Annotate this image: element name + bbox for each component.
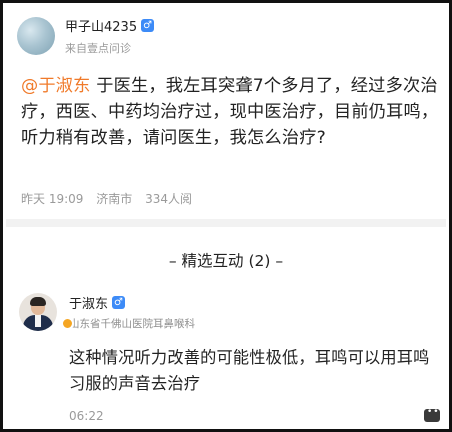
reply-header: 于淑东 ♂ 山东省千佛山医院耳鼻喉科 — [19, 293, 195, 331]
doctor-name[interactable]: 于淑东 — [69, 293, 108, 312]
post-location: 济南市 — [96, 192, 133, 206]
asker-name-row: 甲子山4235 ♂ — [65, 16, 155, 35]
featured-interaction-title: – 精选互动 (2) – — [168, 252, 284, 270]
reply-time: 06:22 — [69, 409, 104, 423]
doctor-mention-link[interactable]: @于淑东 — [21, 76, 91, 96]
verified-icon — [61, 317, 74, 330]
answer-text: 这种情况听力改善的可能性极低，耳鸣可以用耳鸣习服的声音去治疗 — [69, 348, 430, 393]
asker-info: 甲子山4235 ♂ 来自壹点问诊 — [65, 16, 155, 56]
section-divider — [6, 219, 446, 227]
view-count: 334人阅 — [145, 192, 192, 206]
asker-avatar[interactable] — [17, 17, 55, 55]
post-time: 昨天 19:09 — [21, 192, 84, 206]
post-source: 来自壹点问诊 — [65, 42, 131, 55]
male-icon: ♂ — [141, 19, 155, 32]
asker-username[interactable]: 甲子山4235 — [65, 16, 137, 35]
post-header: 甲子山4235 ♂ 来自壹点问诊 — [17, 15, 155, 57]
page-frame: 甲子山4235 ♂ 来自壹点问诊 @于淑东 于医生，我左耳突聋7个多月了，经过多… — [0, 0, 452, 432]
doctor-hospital: 山东省千佛山医院耳鼻喉科 — [69, 318, 195, 330]
doctor-name-row: 于淑东 ♂ — [69, 293, 195, 312]
doctor-info: 于淑东 ♂ 山东省千佛山医院耳鼻喉科 — [69, 293, 195, 331]
question-text: @于淑东 于医生，我左耳突聋7个多月了，经过多次治疗，西医、中药均治疗过，现中医… — [21, 73, 439, 151]
comment-icon[interactable] — [424, 407, 440, 422]
post-meta: 昨天 19:09 济南市 334人阅 — [21, 190, 201, 207]
doctor-avatar[interactable] — [19, 293, 57, 331]
male-icon: ♂ — [112, 296, 126, 309]
